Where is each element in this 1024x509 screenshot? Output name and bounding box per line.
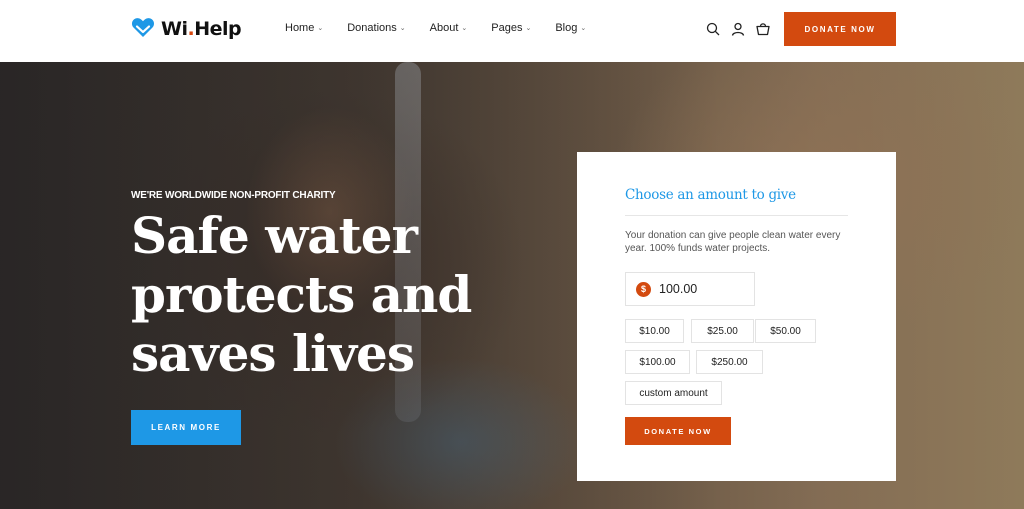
custom-amount-button[interactable]: custom amount [625, 381, 722, 405]
hero-tagline: WE'RE WORLDWIDE NON-PROFIT CHARITY [131, 190, 336, 201]
preset-amount-button[interactable]: $50.00 [755, 319, 816, 343]
brand-name: Wi.Help [161, 18, 242, 40]
donate-now-button[interactable]: DONATE NOW [784, 12, 896, 46]
hero-section: WE'RE WORLDWIDE NON-PROFIT CHARITY Safe … [0, 62, 1024, 509]
amount-value: 100.00 [659, 282, 698, 296]
chevron-down-icon: ⌄ [525, 25, 532, 32]
dollar-icon: $ [636, 281, 651, 297]
preset-amount-button[interactable]: $100.00 [625, 350, 690, 374]
nav-item-blog[interactable]: Blog ⌄ [555, 22, 586, 34]
nav-item-pages[interactable]: Pages ⌄ [491, 22, 531, 34]
donation-card: Choose an amount to give Your donation c… [577, 152, 896, 481]
amount-input[interactable]: $ 100.00 [625, 272, 755, 306]
chevron-down-icon: ⌄ [580, 25, 587, 32]
logo[interactable]: Wi.Help [131, 16, 242, 43]
cart-icon[interactable] [756, 22, 770, 36]
preset-amount-button[interactable]: $25.00 [691, 319, 754, 343]
learn-more-button[interactable]: LEARN MORE [131, 410, 241, 445]
chevron-down-icon: ⌄ [461, 25, 468, 32]
preset-amount-button[interactable]: $250.00 [696, 350, 763, 374]
donation-description: Your donation can give people clean wate… [625, 230, 841, 254]
nav-item-home[interactable]: Home ⌄ [285, 22, 323, 34]
donate-now-button[interactable]: DONATE NOW [625, 417, 731, 445]
header-actions [706, 22, 770, 36]
heart-icon [131, 16, 155, 43]
search-icon[interactable] [706, 22, 720, 36]
donation-title: Choose an amount to give [625, 187, 796, 203]
chevron-down-icon: ⌄ [317, 25, 324, 32]
preset-amount-button[interactable]: $10.00 [625, 319, 684, 343]
nav-item-about[interactable]: About ⌄ [430, 22, 468, 34]
divider [625, 215, 848, 216]
nav-item-donations[interactable]: Donations ⌄ [347, 22, 405, 34]
chevron-down-icon: ⌄ [399, 25, 406, 32]
main-nav: Home ⌄ Donations ⌄ About ⌄ Pages ⌄ Blog ⌄ [285, 22, 610, 34]
user-icon[interactable] [731, 22, 745, 36]
hero-headline: Safe water protects and saves lives [131, 206, 472, 383]
site-header: Wi.Help Home ⌄ Donations ⌄ About ⌄ Pages ⌄ B… [0, 0, 1024, 62]
